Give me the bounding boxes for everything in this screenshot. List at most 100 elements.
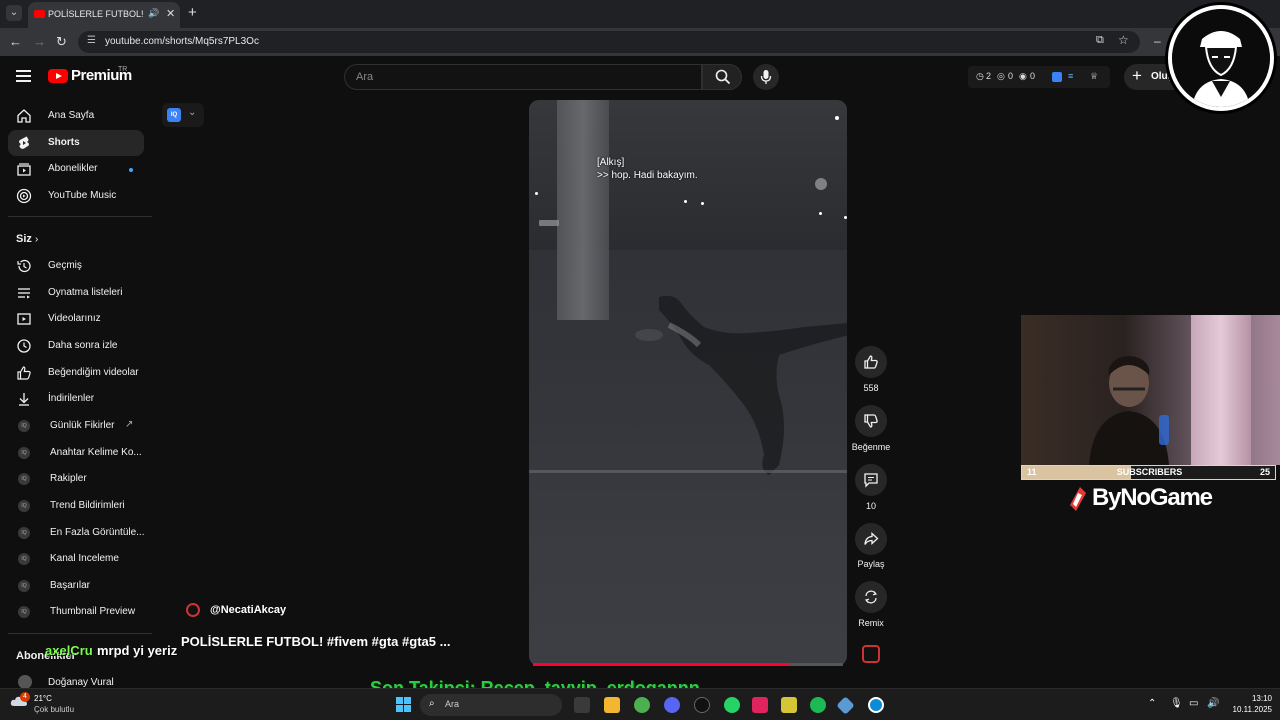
share-label: Paylaş xyxy=(857,559,885,569)
sidebar-item-thumbnail-preview[interactable]: IQ Thumbnail Preview xyxy=(8,599,144,625)
comments-button[interactable] xyxy=(855,464,887,496)
comment-count: 10 xyxy=(865,501,876,511)
sidebar-section-you[interactable]: Siz › xyxy=(16,233,38,245)
sidebar-item-subscription[interactable]: Doğanay Vural xyxy=(48,677,114,688)
sidebar-item-watch-later[interactable]: Daha sonra izle xyxy=(8,333,144,359)
home-icon xyxy=(17,109,31,123)
extension-icon[interactable]: – xyxy=(1154,34,1161,48)
microphone-tray-icon[interactable]: 🎙 xyxy=(1170,698,1183,709)
your-videos-icon xyxy=(17,313,31,325)
discord-icon[interactable] xyxy=(664,697,680,713)
close-tab-icon[interactable]: ✕ xyxy=(166,7,175,20)
whatsapp-icon[interactable] xyxy=(724,697,740,713)
network-icon[interactable]: ▭ xyxy=(1189,698,1198,709)
sidebar-item-most-viewed[interactable]: IQ En Fazla Görüntüle... xyxy=(8,520,145,546)
sidebar-item-label: Anahtar Kelime Ko... xyxy=(50,447,142,458)
taskbar-clock[interactable]: 13:10 10.11.2025 xyxy=(1228,693,1272,715)
sidebar-item-playlists[interactable]: Oynatma listeleri xyxy=(8,280,144,306)
iq-extension-button[interactable]: IQ ⌄ xyxy=(162,103,204,127)
new-tab-icon[interactable]: + xyxy=(188,4,197,21)
sidebar-item-daily-ideas[interactable]: IQ Günlük Fikirler ↗ xyxy=(8,413,144,439)
trophy-icon[interactable]: ♕ xyxy=(1090,71,1098,82)
tab-search-menu-icon[interactable]: ⌄ xyxy=(6,5,22,21)
app-icon[interactable] xyxy=(752,697,768,713)
temperature[interactable]: 21°C xyxy=(34,694,52,703)
speaker-icon[interactable]: 🔊 xyxy=(148,8,159,19)
sidebar-item-label: Videolarınız xyxy=(48,313,101,324)
sidebar-item-keyword[interactable]: IQ Anahtar Kelime Ko... xyxy=(8,440,144,466)
remix-button[interactable] xyxy=(855,581,887,613)
task-view-icon[interactable] xyxy=(574,697,590,713)
volume-icon[interactable]: 🔊 xyxy=(1207,698,1219,709)
iq-extension-icon: IQ xyxy=(18,527,30,539)
bynogame-logo-text: ByNoGame xyxy=(1092,484,1213,511)
back-icon[interactable]: ← xyxy=(9,34,22,49)
sidebar-item-channel-review[interactable]: IQ Kanal Inceleme xyxy=(8,546,144,572)
obs-icon[interactable] xyxy=(694,697,710,713)
sidebar-item-home[interactable]: Ana Sayfa xyxy=(8,103,144,129)
sidebar-item-label: Thumbnail Preview xyxy=(50,606,136,617)
channel-name[interactable]: @NecatiAkcay xyxy=(210,604,286,616)
windows-start-icon[interactable] xyxy=(396,697,412,713)
list-extension-icon[interactable]: ≡ xyxy=(1068,71,1073,81)
edge-icon[interactable] xyxy=(868,697,884,713)
chevron-right-icon: › xyxy=(34,234,39,245)
search-icon: ⌕ xyxy=(429,698,435,709)
sidebar-item-liked-videos[interactable]: Beğendiğim videolar xyxy=(8,360,144,386)
address-bar[interactable]: ☰ youtube.com/shorts/Mq5rs7PL3Oc ⧉ ☆ xyxy=(78,31,1140,53)
shorts-icon xyxy=(19,136,29,149)
like-button[interactable] xyxy=(855,346,887,378)
menu-icon[interactable] xyxy=(16,70,31,82)
site-info-icon[interactable]: ☰ xyxy=(87,35,96,46)
bookmark-star-icon[interactable]: ☆ xyxy=(1118,33,1129,47)
sidebar-item-history[interactable]: Geçmiş xyxy=(8,253,144,279)
file-explorer-icon[interactable] xyxy=(604,697,620,713)
share-button[interactable] xyxy=(855,523,887,555)
app-icon[interactable] xyxy=(781,697,797,713)
browser-tab[interactable]: POLİSLERLE FUTBOL! #fiven 🔊 ✕ xyxy=(28,2,180,28)
reload-icon[interactable]: ↻ xyxy=(56,34,67,50)
sidebar-item-label: Trend Bildirimleri xyxy=(50,500,125,511)
iq-extension-icon[interactable] xyxy=(1052,72,1062,82)
sidebar-item-achievements[interactable]: IQ Başarılar xyxy=(8,573,144,599)
forward-icon[interactable]: → xyxy=(33,34,46,49)
sidebar-item-label: Geçmiş xyxy=(48,260,82,271)
sidebar-item-downloads[interactable]: İndirilenler xyxy=(8,386,144,412)
sound-avatar[interactable] xyxy=(862,645,880,663)
search-button[interactable] xyxy=(702,64,742,90)
video-caption: [Alkış] >> hop. Hadi bakayım. xyxy=(597,156,698,182)
spotify-icon[interactable] xyxy=(810,697,826,713)
search-input[interactable]: Ara xyxy=(344,64,702,90)
chrome-icon[interactable] xyxy=(634,697,650,713)
sidebar-item-youtube-music[interactable]: YouTube Music xyxy=(8,183,144,209)
install-app-icon[interactable]: ⧉ xyxy=(1096,34,1104,47)
remix-label: Remix xyxy=(858,618,884,628)
video-progress-bar[interactable] xyxy=(533,663,790,666)
video-light xyxy=(815,178,827,190)
video-title[interactable]: POLİSLERLE FUTBOL! #fivem #gta #gta5 ... xyxy=(181,634,450,649)
weather-description[interactable]: Çok bulutlu xyxy=(34,705,74,714)
app-icon[interactable] xyxy=(836,696,855,715)
tab-title: POLİSLERLE FUTBOL! #fiven xyxy=(48,9,144,19)
url-text: youtube.com/shorts/Mq5rs7PL3Oc xyxy=(105,36,259,47)
youtube-logo-icon[interactable] xyxy=(48,69,68,83)
sidebar-item-subscriptions[interactable]: Abonelikler xyxy=(8,156,144,182)
shorts-video-player[interactable]: [Alkış] >> hop. Hadi bakayım. xyxy=(529,100,847,666)
channel-avatar[interactable] xyxy=(186,603,200,617)
tray-chevron-up-icon[interactable]: ⌃ xyxy=(1148,698,1156,709)
webcam-lamp xyxy=(1159,415,1169,445)
chat-username: axelCru xyxy=(45,643,93,658)
voice-search-button[interactable] xyxy=(753,64,779,90)
taskbar-search[interactable]: ⌕ Ara xyxy=(420,694,562,716)
chat-message: mrpd yi yeriz xyxy=(97,643,178,658)
sidebar-item-label: Ana Sayfa xyxy=(48,110,95,121)
dislike-button[interactable] xyxy=(855,405,887,437)
sidebar-item-shorts[interactable]: Shorts xyxy=(8,130,144,156)
windows-taskbar: 4 21°C Çok bulutlu ⌕ Ara ⌃ 🎙 ▭ 🔊 13:10 1… xyxy=(0,688,1280,720)
iq-extension-icon: IQ xyxy=(18,580,30,592)
subscriptions-icon xyxy=(17,163,31,176)
sidebar-item-trend-alerts[interactable]: IQ Trend Bildirimleri xyxy=(8,493,144,519)
sidebar-item-competitors[interactable]: IQ Rakipler xyxy=(8,466,144,492)
comment-icon xyxy=(864,473,878,488)
sidebar-item-your-videos[interactable]: Videolarınız xyxy=(8,306,144,332)
